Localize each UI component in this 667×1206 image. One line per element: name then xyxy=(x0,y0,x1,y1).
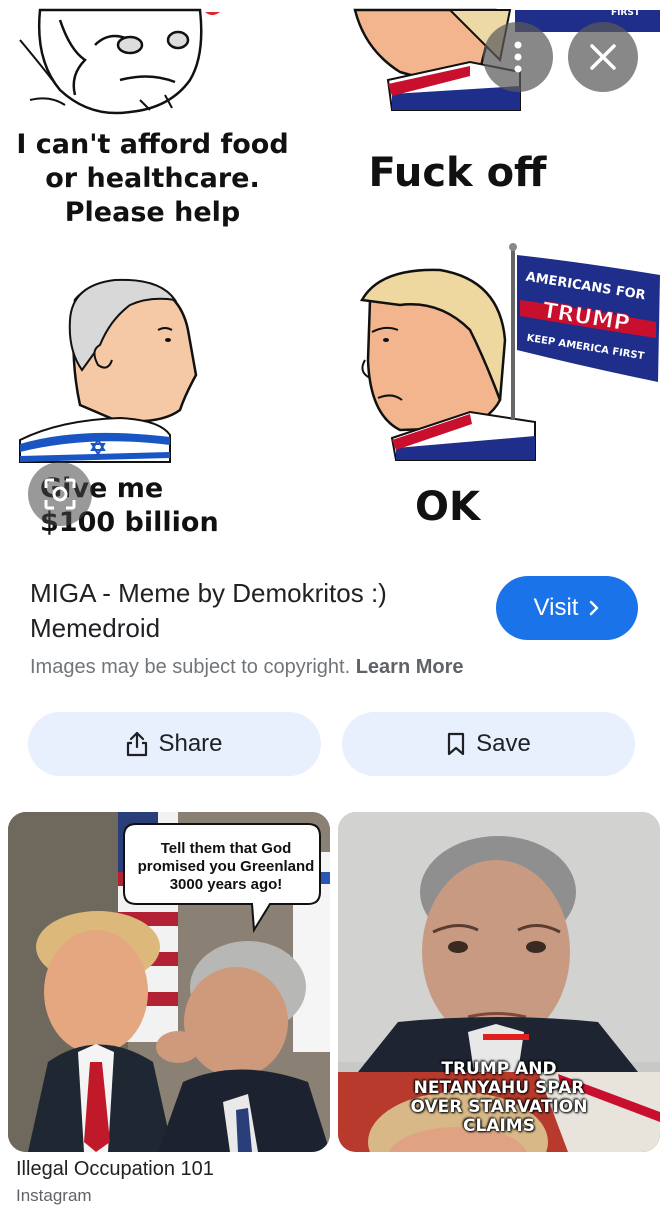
meme-caption-top-right: Fuck off xyxy=(368,150,547,196)
related-image-2[interactable]: TRUMP AND NETANYAHU SPAR OVER STARVATION… xyxy=(338,812,660,1152)
netanyahu-figure xyxy=(19,278,198,463)
close-icon xyxy=(590,44,616,70)
save-button[interactable]: Save xyxy=(342,712,635,776)
learn-more-link[interactable]: Learn More xyxy=(356,656,464,678)
related-image-1[interactable]: Tell them that God promised you Greenlan… xyxy=(8,812,330,1152)
more-options-button[interactable] xyxy=(483,22,553,92)
visit-label: Visit xyxy=(533,594,579,621)
result-title[interactable]: MIGA - Meme by Demokritos :) Memedroid xyxy=(30,576,460,646)
copyright-notice: Images may be subject to copyright. Lear… xyxy=(30,656,464,679)
copyright-text: Images may be subject to copyright. xyxy=(30,656,351,678)
headline-line-2: NETANYAHU SPAR xyxy=(413,1078,585,1099)
share-label: Share xyxy=(158,730,223,757)
main-image[interactable]: FIRST AMERICANS FOR TRUMP KEEP AMERICA F… xyxy=(0,0,667,560)
share-button[interactable]: Share xyxy=(28,712,321,776)
visit-button[interactable]: Visit xyxy=(496,576,638,640)
svg-text:FIRST: FIRST xyxy=(611,8,641,18)
news-headline: TRUMP AND NETANYAHU SPAR OVER STARVATION… xyxy=(338,1059,660,1137)
meme-caption-bottom-right: OK xyxy=(415,484,480,530)
headline-line-4: CLAIMS xyxy=(463,1116,535,1137)
trump-middle xyxy=(360,268,536,461)
save-label: Save xyxy=(476,730,531,757)
related-source-1: Instagram xyxy=(16,1186,92,1205)
share-icon xyxy=(127,731,148,757)
chevron-right-icon xyxy=(590,600,599,616)
bookmark-icon xyxy=(448,732,465,756)
headline-line-3: OVER STARVATION xyxy=(410,1097,588,1118)
more-vert-icon xyxy=(514,41,522,73)
trump-flag: AMERICANS FOR TRUMP KEEP AMERICA FIRST xyxy=(509,243,660,420)
related-caption-1[interactable]: Illegal Occupation 101 xyxy=(16,1158,214,1181)
lens-search-button[interactable] xyxy=(28,462,92,526)
wojak-face xyxy=(19,8,203,115)
close-button[interactable] xyxy=(568,22,638,92)
lens-icon xyxy=(44,478,76,510)
meme-caption-top-left: I can't afford food or healthcare. Pleas… xyxy=(16,129,289,228)
speech-bubble-text: Tell them that God promised you Greenlan… xyxy=(137,840,315,893)
headline-line-1: TRUMP AND xyxy=(441,1059,557,1079)
